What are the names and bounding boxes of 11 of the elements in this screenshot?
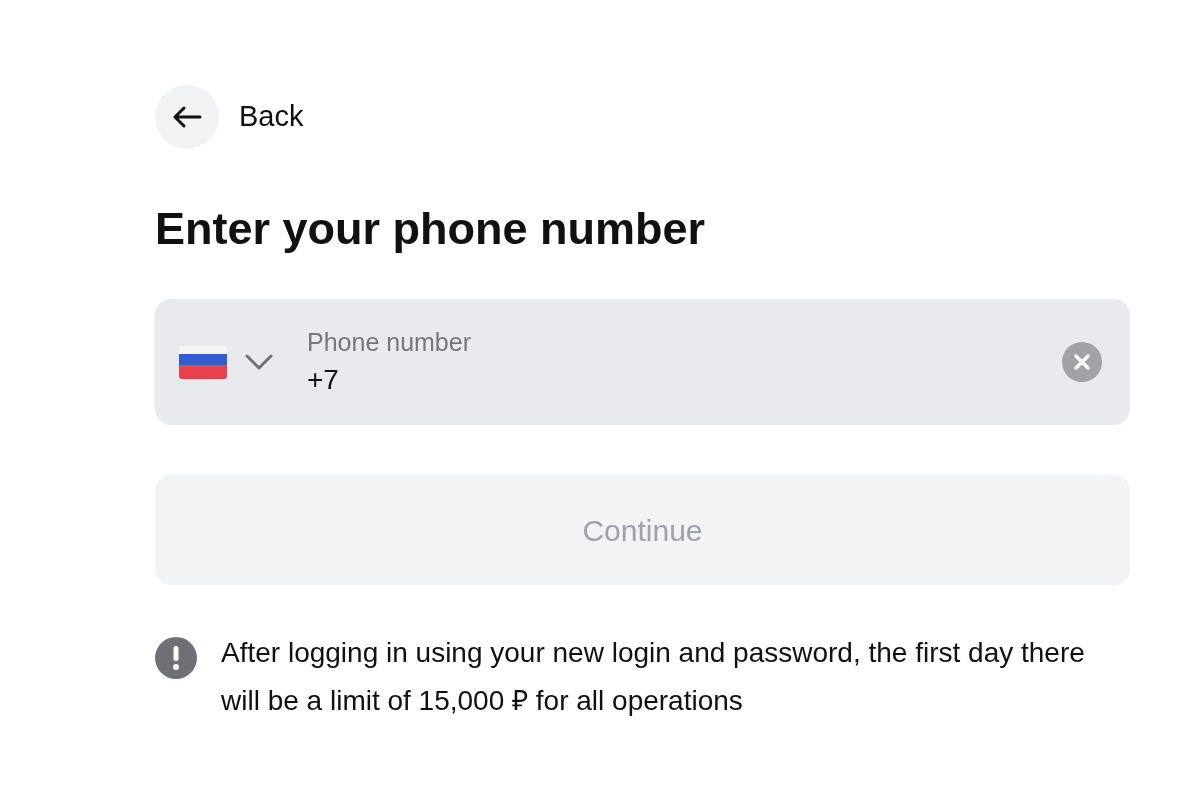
phone-field-label: Phone number — [307, 327, 472, 359]
chevron-down-icon[interactable] — [245, 354, 273, 371]
exclamation-icon — [155, 637, 197, 680]
flag-icon — [179, 345, 227, 379]
back-arrow-icon — [172, 105, 202, 129]
back-label[interactable]: Back — [239, 95, 304, 139]
clear-icon[interactable] — [1062, 342, 1102, 383]
page-title: Enter your phone number — [155, 202, 707, 256]
notice-text: After logging in using your new login and password, the first day there will be a limit of 15,000 ₽ for all operations — [221, 636, 1086, 719]
phone-input-field[interactable]: Phone number +7 — [155, 299, 1130, 426]
phone-field-value: +7 — [307, 363, 340, 398]
